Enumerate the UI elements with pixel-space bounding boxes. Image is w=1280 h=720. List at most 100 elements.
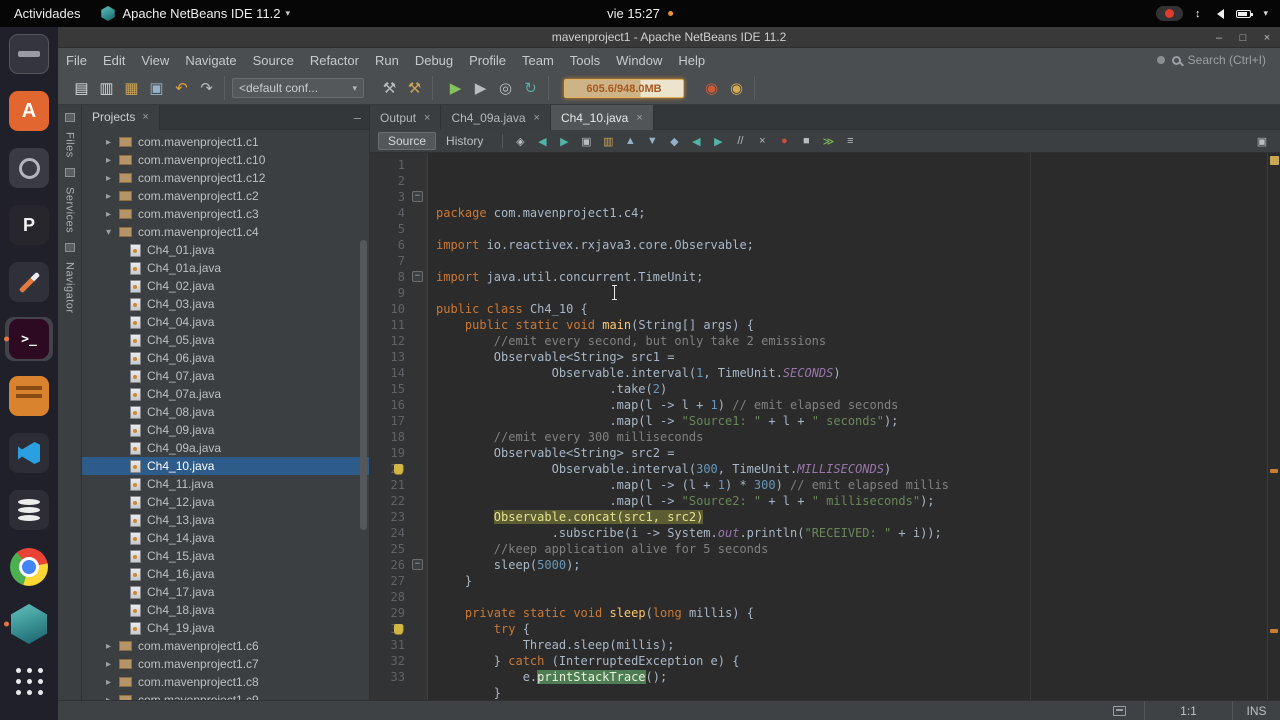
code-line[interactable]: //emit every 300 milliseconds: [436, 429, 1280, 445]
side-tab-services[interactable]: Services: [64, 187, 76, 233]
menu-profile[interactable]: Profile: [461, 53, 514, 68]
rerun-icon[interactable]: ↻: [518, 76, 543, 100]
code-line[interactable]: //emit every second, but only take 2 emi…: [436, 333, 1280, 349]
code-editor[interactable]: package com.mavenproject1.c4; import io.r…: [428, 153, 1280, 700]
code-line[interactable]: [436, 221, 1280, 237]
activities-button[interactable]: Actividades: [0, 6, 94, 21]
tree-file-ch4-06-java[interactable]: Ch4_06.java: [82, 349, 369, 367]
menu-view[interactable]: View: [133, 53, 177, 68]
code-line[interactable]: [436, 589, 1280, 605]
code-line[interactable]: [436, 253, 1280, 269]
dock-netbeans[interactable]: [4, 602, 53, 646]
code-line[interactable]: .map(l -> "Source2: " + l + " millisecon…: [436, 493, 1280, 509]
code-line[interactable]: private static void sleep(long millis) {: [436, 605, 1280, 621]
start-macro-icon[interactable]: ●: [774, 132, 794, 150]
dock-ubuntu-software[interactable]: [5, 89, 53, 133]
maximize-button[interactable]: □: [1236, 32, 1250, 44]
side-tab-files[interactable]: Files: [64, 132, 76, 158]
stripe-status-icon[interactable]: [1270, 156, 1279, 165]
code-line[interactable]: import io.reactivex.rxjava3.core.Observa…: [436, 237, 1280, 253]
battery-icon[interactable]: [1236, 9, 1254, 18]
tree-file-ch4-12-java[interactable]: Ch4_12.java: [82, 493, 369, 511]
expander-icon[interactable]: ▸: [106, 173, 119, 184]
save-all-icon[interactable]: ▣: [144, 76, 169, 100]
tree-package-com-mavenproject1-c6[interactable]: ▸ com.mavenproject1.c6: [82, 637, 369, 655]
dock-vscode[interactable]: [5, 431, 53, 475]
code-line[interactable]: Observable.interval(300, TimeUnit.MILLIS…: [436, 461, 1280, 477]
hint-bulb-icon[interactable]: [394, 464, 403, 474]
tree-file-ch4-10-java[interactable]: Ch4_10.java: [82, 457, 369, 475]
tree-file-ch4-05-java[interactable]: Ch4_05.java: [82, 331, 369, 349]
next-occurrence-icon[interactable]: ▶: [708, 132, 728, 150]
tree-file-ch4-09-java[interactable]: Ch4_09.java: [82, 421, 369, 439]
tree-file-ch4-02-java[interactable]: Ch4_02.java: [82, 277, 369, 295]
expander-icon[interactable]: ▸: [106, 659, 119, 670]
tree-file-ch4-11-java[interactable]: Ch4_11.java: [82, 475, 369, 493]
clean-build-icon[interactable]: ⚒: [402, 76, 427, 100]
menu-refactor[interactable]: Refactor: [302, 53, 367, 68]
tab-output[interactable]: Output ×: [370, 105, 442, 130]
hint-bulb-icon[interactable]: [394, 624, 403, 634]
tree-file-ch4-09a-java[interactable]: Ch4_09a.java: [82, 439, 369, 457]
next-error-icon[interactable]: ≫: [818, 132, 838, 150]
tree-package-com-mavenproject1-c9[interactable]: ▸ com.mavenproject1.c9: [82, 691, 369, 700]
menu-navigate[interactable]: Navigate: [177, 53, 244, 68]
dock-briefcase[interactable]: [5, 374, 53, 418]
expander-icon[interactable]: ▸: [106, 677, 119, 688]
notifications-icon[interactable]: [1113, 705, 1126, 716]
code-line[interactable]: try {: [436, 621, 1280, 637]
code-line[interactable]: } catch (InterruptedException e) {: [436, 653, 1280, 669]
code-line[interactable]: [436, 285, 1280, 301]
fold-icon[interactable]: −: [412, 191, 423, 202]
comment-icon[interactable]: //: [730, 132, 750, 150]
network-icon[interactable]: ↕: [1195, 8, 1201, 20]
toggle-bookmark-icon[interactable]: ◆: [664, 132, 684, 150]
code-line[interactable]: .map(l -> (l + 1) * 300) // emit elapsed…: [436, 477, 1280, 493]
tree-file-ch4-07-java[interactable]: Ch4_07.java: [82, 367, 369, 385]
tree-file-ch4-14-java[interactable]: Ch4_14.java: [82, 529, 369, 547]
forward-icon[interactable]: ▶: [554, 132, 574, 150]
code-line[interactable]: package com.mavenproject1.c4;: [436, 205, 1280, 221]
fold-icon[interactable]: −: [412, 271, 423, 282]
menu-window[interactable]: Window: [608, 53, 670, 68]
code-line[interactable]: .subscribe(i -> System.out.println("RECE…: [436, 525, 1280, 541]
tree-file-ch4-16-java[interactable]: Ch4_16.java: [82, 565, 369, 583]
app-menu-button[interactable]: Apache NetBeans IDE 11.2 ▾: [122, 6, 290, 21]
code-line[interactable]: }: [436, 685, 1280, 700]
code-line[interactable]: Thread.sleep(millis);: [436, 637, 1280, 653]
tab-ch4-10-java[interactable]: Ch4_10.java ×: [550, 105, 654, 130]
close-icon[interactable]: ×: [636, 112, 642, 124]
undo-icon[interactable]: ↶: [169, 76, 194, 100]
tree-file-ch4-01-java[interactable]: Ch4_01.java: [82, 241, 369, 259]
debug-project-icon[interactable]: ▶: [468, 76, 493, 100]
next-bookmark-icon[interactable]: ▼: [642, 132, 662, 150]
heap-dump-icon[interactable]: ◉: [724, 76, 749, 100]
code-line[interactable]: .map(l -> l + 1) // emit elapsed seconds: [436, 397, 1280, 413]
close-button[interactable]: ×: [1260, 32, 1274, 44]
code-line[interactable]: }: [436, 573, 1280, 589]
tree-file-ch4-08-java[interactable]: Ch4_08.java: [82, 403, 369, 421]
tree-package-com-mavenproject1-c7[interactable]: ▸ com.mavenproject1.c7: [82, 655, 369, 673]
memory-indicator[interactable]: 605.6/948.0MB: [564, 78, 684, 98]
code-line[interactable]: sleep(5000);: [436, 557, 1280, 573]
dock-camera[interactable]: [5, 146, 53, 190]
build-project-icon[interactable]: ⚒: [377, 76, 402, 100]
tree-package-com-mavenproject1-c2[interactable]: ▸ com.mavenproject1.c2: [82, 187, 369, 205]
code-line[interactable]: //keep application alive for 5 seconds: [436, 541, 1280, 557]
tree-file-ch4-19-java[interactable]: Ch4_19.java: [82, 619, 369, 637]
prev-occurrence-icon[interactable]: ◀: [686, 132, 706, 150]
expander-icon[interactable]: ▸: [106, 137, 119, 148]
run-project-icon[interactable]: ▶: [443, 76, 468, 100]
tree-package-com-mavenproject1-c8[interactable]: ▸ com.mavenproject1.c8: [82, 673, 369, 691]
code-line[interactable]: public class Ch4_10 {: [436, 301, 1280, 317]
dock-terminal[interactable]: [4, 317, 53, 361]
tray-chevron-icon[interactable]: ▾: [1263, 8, 1268, 19]
expander-icon[interactable]: ▸: [106, 209, 119, 220]
code-line[interactable]: Observable<String> src2 =: [436, 445, 1280, 461]
panel-minimize-icon[interactable]: –: [354, 110, 361, 125]
clock-button[interactable]: vie 15:27: [607, 6, 673, 21]
tree-package-com-mavenproject1-c12[interactable]: ▸ com.mavenproject1.c12: [82, 169, 369, 187]
code-line[interactable]: .map(l -> "Source1: " + l + " seconds");: [436, 413, 1280, 429]
uncomment-icon[interactable]: ×: [752, 132, 772, 150]
dock-window-preview[interactable]: [5, 32, 53, 76]
